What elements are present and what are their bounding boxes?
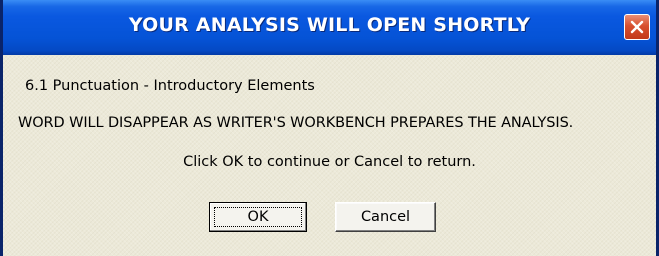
dialog-body: 6.1 Punctuation - Introductory Elements … (3, 55, 656, 256)
ok-button-label: OK (247, 209, 269, 225)
close-icon (630, 20, 644, 34)
warning-text: WORD WILL DISAPPEAR AS WRITER'S WORKBENC… (18, 115, 574, 131)
close-button[interactable] (624, 14, 650, 40)
cancel-button-label: Cancel (360, 209, 411, 225)
dialog-window: YOUR ANALYSIS WILL OPEN SHORTLY 6.1 Punc… (0, 0, 659, 256)
dialog-title: YOUR ANALYSIS WILL OPEN SHORTLY (128, 14, 531, 36)
analysis-name-text: 6.1 Punctuation - Introductory Elements (25, 78, 315, 94)
title-bar[interactable]: YOUR ANALYSIS WILL OPEN SHORTLY (3, 0, 656, 55)
cancel-button[interactable]: Cancel (335, 202, 436, 232)
ok-button[interactable]: OK (209, 202, 307, 232)
instruction-text: Click OK to continue or Cancel to return… (183, 154, 476, 170)
